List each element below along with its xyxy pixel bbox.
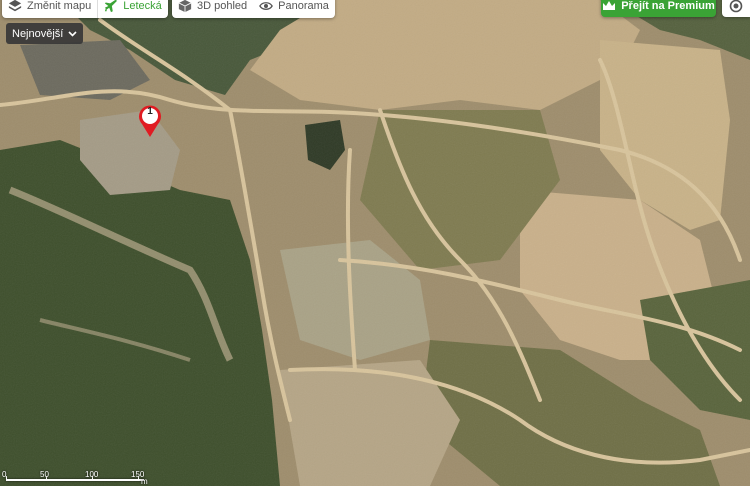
scale-label: 0 [2,470,7,479]
scale-label: 50 [40,470,49,479]
cube-icon [178,0,192,13]
view-toolbar: 3D pohled Panorama [172,0,335,18]
crown-icon [603,0,616,10]
panorama-button[interactable]: Panorama [253,0,335,18]
scale-bar [6,479,144,481]
sort-dropdown[interactable]: Nejnovější [6,23,84,44]
view-3d-label: 3D pohled [197,0,248,12]
premium-button[interactable]: Přejít na Premium [601,0,716,17]
locate-icon [729,0,743,12]
map-scale: 0 50 100 150 m [0,469,150,486]
scale-label: 100 [85,470,99,479]
chevron-down-icon [68,30,77,37]
aerial-label: Letecká [123,0,162,12]
scale-unit: m [141,477,148,486]
view-3d-button[interactable]: 3D pohled [172,0,253,18]
eye-icon [259,2,274,10]
premium-label: Přejít na Premium [621,0,715,12]
change-map-label: Změnit mapu [27,0,92,12]
layers-icon [8,0,22,12]
map-type-toolbar: Změnit mapu Letecká [2,0,168,18]
panorama-label: Panorama [278,0,329,12]
sort-label: Nejnovější [12,27,64,40]
change-map-button[interactable]: Změnit mapu [2,0,97,18]
aerial-map[interactable] [0,0,750,486]
map-marker[interactable]: 1 [138,104,162,138]
aerial-map-button[interactable]: Letecká [97,0,168,18]
marker-label: 1 [147,106,153,117]
locate-button[interactable] [722,0,750,17]
plane-icon [105,0,118,13]
